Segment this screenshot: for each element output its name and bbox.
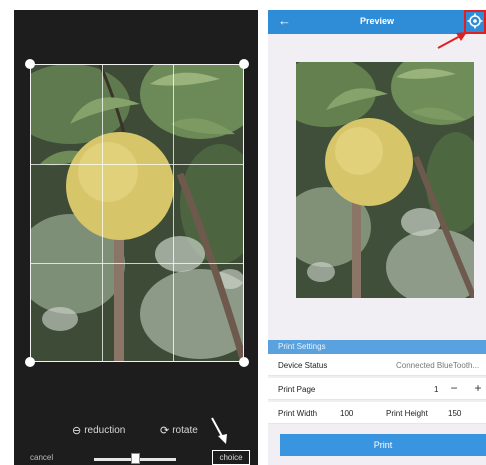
page-title: Preview	[359, 16, 395, 26]
pointer-arrow-icon	[211, 417, 227, 444]
red-pointer-arrow-icon	[437, 32, 467, 49]
preview-image	[296, 62, 474, 298]
grid-line	[102, 65, 103, 361]
device-status-label: Device Status	[278, 361, 328, 370]
print-button[interactable]: Print	[280, 434, 486, 456]
crop-handle-top-right[interactable]	[239, 59, 249, 69]
device-status-row[interactable]: Device Status Connected BlueTooth...	[268, 354, 486, 376]
print-page-label: Print Page	[278, 385, 316, 394]
decrement-button[interactable]: −	[446, 381, 462, 396]
print-size-row: Print Width 100 Print Height 150	[268, 402, 486, 424]
grid-line	[173, 65, 174, 361]
preview-screen: ← Preview Print Settings Device Status C…	[268, 10, 486, 465]
reduction-label: reduction	[84, 425, 126, 436]
reduction-icon: ⊖	[72, 425, 82, 437]
print-height-label: Print Height	[386, 409, 428, 418]
cancel-button[interactable]: cancel	[30, 453, 53, 462]
grapefruit-photo	[296, 62, 474, 298]
print-page-value: 1	[434, 385, 439, 394]
print-settings-header: Print Settings	[268, 340, 486, 354]
choice-button[interactable]: choice	[212, 450, 250, 465]
rotate-button[interactable]: ⟳ rotate	[160, 424, 198, 437]
print-width-input[interactable]: 100	[340, 409, 353, 418]
crop-handle-top-left[interactable]	[25, 59, 35, 69]
increment-button[interactable]: +	[470, 381, 486, 396]
print-width-label: Print Width	[278, 409, 318, 418]
device-status-value: Connected BlueTooth...	[396, 361, 480, 370]
grid-line	[31, 164, 243, 165]
rotate-label: rotate	[172, 425, 198, 436]
print-height-input[interactable]: 150	[448, 409, 461, 418]
crop-frame[interactable]	[25, 59, 249, 367]
zoom-slider-thumb[interactable]	[131, 453, 140, 464]
crop-handle-bottom-left[interactable]	[25, 357, 35, 367]
grid-line	[31, 263, 243, 264]
reduction-button[interactable]: ⊖ reduction	[72, 424, 125, 437]
crop-handle-bottom-right[interactable]	[239, 357, 249, 367]
crop-editor-screen: ⊖ reduction ⟳ rotate cancel choice	[14, 10, 258, 465]
rotate-icon: ⟳	[160, 425, 170, 437]
print-settings-title: Print Settings	[278, 342, 326, 351]
print-page-row: Print Page 1 − +	[268, 378, 486, 400]
